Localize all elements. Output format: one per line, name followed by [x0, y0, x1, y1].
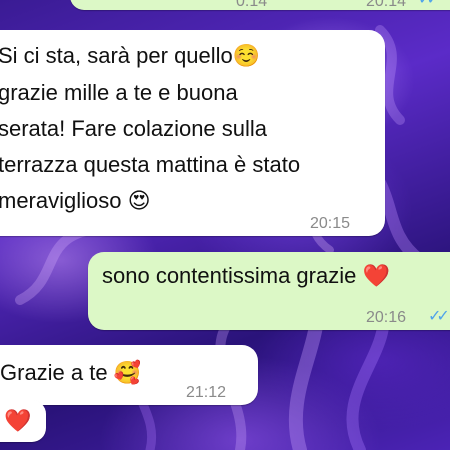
message-bubble-incoming[interactable]: Si ci sta, sarà per quello☺️ grazie mill… — [0, 30, 385, 236]
message-text-line: terrazza questa mattina è stato — [0, 152, 301, 177]
message-time: 20:16 — [366, 309, 407, 326]
heart-eyes-emoji: 😍 — [127, 189, 151, 214]
message-text-line: sono contentissima grazie ❤️ — [102, 263, 390, 289]
message-text-line: Si ci sta, sarà per quello☺️ — [0, 43, 261, 69]
smiling-face-emoji: ☺️ — [232, 44, 261, 69]
double-check-icon: ✓✓ — [428, 308, 450, 325]
message-text-line: grazie mille a te e buona — [0, 80, 238, 105]
message-bubble-incoming-emoji[interactable]: ❤️ — [0, 400, 46, 442]
double-check-icon: ✓✓ — [418, 0, 440, 18]
message-bubble-outgoing-partial[interactable]: 0:14 20:14 ✓✓ — [70, 0, 450, 10]
message-time: 0:14 — [236, 0, 268, 10]
message-bubble-outgoing[interactable]: sono contentissima grazie ❤️ 20:16 ✓✓ — [88, 252, 450, 330]
red-heart-emoji: ❤️ — [4, 409, 32, 434]
message-time: 21:12 — [186, 384, 227, 401]
message-text-line: serata! Fare colazione sulla — [0, 116, 268, 141]
message-time: 20:14 — [366, 0, 407, 10]
message-bubble-incoming[interactable]: Grazie a te 🥰 21:12 — [0, 345, 258, 405]
red-heart-emoji: ❤️ — [362, 264, 390, 289]
smiling-face-with-hearts-emoji: 🥰 — [113, 361, 142, 386]
message-time: 20:15 — [310, 215, 351, 232]
